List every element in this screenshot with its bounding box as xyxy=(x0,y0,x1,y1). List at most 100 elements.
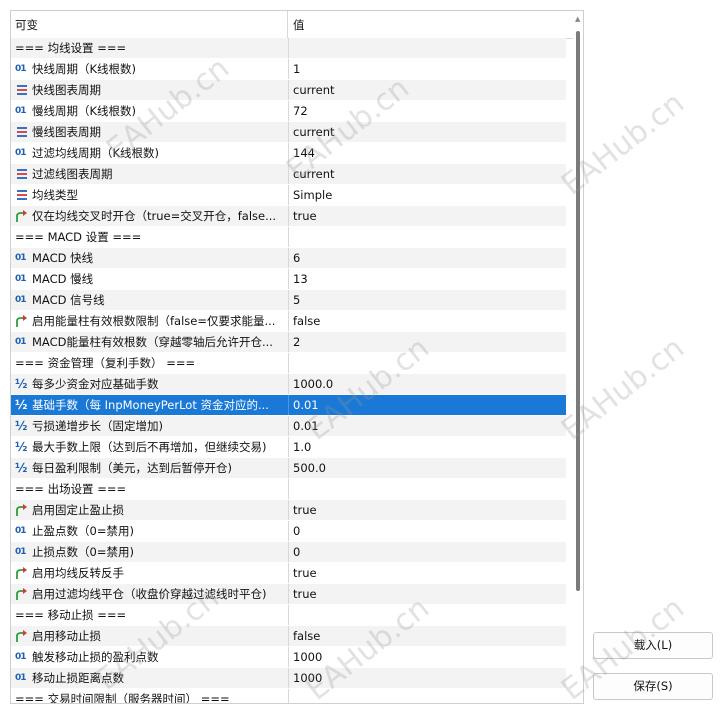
parameter-value-cell[interactable]: 2 xyxy=(288,332,571,352)
parameter-row[interactable]: 快线图表周期 current xyxy=(11,80,566,101)
parameter-value-cell[interactable]: 6 xyxy=(288,248,571,268)
parameter-value-cell[interactable]: 72 xyxy=(288,101,571,121)
section-header-row[interactable]: === MACD 设置 === xyxy=(11,227,566,248)
load-button[interactable]: 载入(L) xyxy=(593,632,713,659)
section-header-row[interactable]: === 移动止损 === xyxy=(11,605,566,626)
bool-type-icon xyxy=(15,503,29,517)
parameter-row[interactable]: 01 过滤均线周期（K线根数) 144 xyxy=(11,143,566,164)
parameter-row[interactable]: 01 MACD 慢线 13 xyxy=(11,269,566,290)
double-type-icon: ½ xyxy=(15,461,28,475)
parameter-value-cell[interactable]: 0.01 xyxy=(288,395,571,415)
scrollbar-thumb[interactable] xyxy=(576,31,580,591)
parameter-row[interactable]: 01 止损点数（0=禁用) 0 xyxy=(11,542,566,563)
parameter-value-cell xyxy=(288,605,571,625)
parameter-row[interactable]: 慢线图表周期 current xyxy=(11,122,566,143)
integer-type-icon: 01 xyxy=(15,64,27,74)
column-divider[interactable] xyxy=(287,11,288,38)
parameter-row[interactable]: 过滤线图表周期 current xyxy=(11,164,566,185)
parameter-value-cell[interactable]: 500.0 xyxy=(288,458,571,478)
parameter-label: === 资金管理（复利手数） === xyxy=(15,356,196,370)
parameter-value-cell[interactable]: 1000 xyxy=(288,668,571,688)
parameter-value-cell[interactable]: false xyxy=(288,311,571,331)
integer-type-icon: 01 xyxy=(15,673,27,683)
parameter-value-cell[interactable]: 1.0 xyxy=(288,437,571,457)
parameter-value-cell[interactable]: 13 xyxy=(288,269,571,289)
parameter-name-cell: 01 快线周期（K线根数) xyxy=(11,59,287,79)
parameter-value-cell[interactable]: 0.01 xyxy=(288,416,571,436)
parameter-value-cell[interactable]: true xyxy=(288,584,571,604)
parameter-label: 快线图表周期 xyxy=(32,83,101,97)
double-type-icon: ½ xyxy=(15,440,28,454)
parameter-name-cell: 01 MACD能量柱有效根数（穿越零轴后允许开仓... xyxy=(11,332,287,352)
parameter-value-cell[interactable]: 0 xyxy=(288,521,571,541)
parameter-row[interactable]: 01 止盈点数（0=禁用) 0 xyxy=(11,521,566,542)
parameter-row[interactable]: 均线类型 Simple xyxy=(11,185,566,206)
parameter-label: 慢线图表周期 xyxy=(32,125,101,139)
parameter-name-cell: 01 慢线周期（K线根数) xyxy=(11,101,287,121)
parameter-label: === 交易时间限制（服务器时间） === xyxy=(15,692,230,704)
parameter-value-cell[interactable]: Simple xyxy=(288,185,571,205)
parameter-label: 过滤均线周期（K线根数) xyxy=(32,146,160,160)
parameter-label: 均线类型 xyxy=(32,188,78,202)
parameter-row[interactable]: 启用均线反转反手 true xyxy=(11,563,566,584)
parameter-row[interactable]: 01 触发移动止损的盈利点数 1000 xyxy=(11,647,566,668)
parameter-row[interactable]: 01 快线周期（K线根数) 1 xyxy=(11,59,566,80)
parameter-row[interactable]: 启用能量柱有效根数限制（false=仅要求能量... false xyxy=(11,311,566,332)
parameter-value-cell[interactable]: false xyxy=(288,626,571,646)
parameter-name-cell: 过滤线图表周期 xyxy=(11,164,287,184)
parameter-row[interactable]: 01 MACD 快线 6 xyxy=(11,248,566,269)
parameter-row[interactable]: ½ 最大手数上限（达到后不再增加，但继续交易) 1.0 xyxy=(11,437,566,458)
parameter-row[interactable]: ½ 基础手数（每 InpMoneyPerLot 资金对应的... 0.01 xyxy=(11,395,566,416)
bool-type-icon xyxy=(15,566,29,580)
section-header-row[interactable]: === 资金管理（复利手数） === xyxy=(11,353,566,374)
parameter-row[interactable]: 01 MACD 信号线 5 xyxy=(11,290,566,311)
parameter-value-cell[interactable]: 1000.0 xyxy=(288,374,571,394)
parameter-label: === 均线设置 === xyxy=(15,41,127,55)
column-header-value[interactable]: 值 xyxy=(293,17,305,33)
parameter-row[interactable]: ½ 每多少资金对应基础手数 1000.0 xyxy=(11,374,566,395)
parameter-row[interactable]: ½ 亏损递增步长（固定增加) 0.01 xyxy=(11,416,566,437)
parameter-value-cell[interactable]: true xyxy=(288,500,571,520)
parameter-value-cell[interactable]: current xyxy=(288,122,571,142)
parameter-label: MACD能量柱有效根数（穿越零轴后允许开仓... xyxy=(32,335,273,349)
parameter-row[interactable]: 启用过滤均线平仓（收盘价穿越过滤线时平仓) true xyxy=(11,584,566,605)
section-header-row[interactable]: === 均线设置 === xyxy=(11,38,566,59)
parameter-value-cell[interactable]: current xyxy=(288,80,571,100)
parameter-row[interactable]: 01 慢线周期（K线根数) 72 xyxy=(11,101,566,122)
parameter-label: 止盈点数（0=禁用) xyxy=(32,524,134,538)
parameter-row[interactable]: ½ 每日盈利限制（美元，达到后暂停开仓) 500.0 xyxy=(11,458,566,479)
parameter-value-cell[interactable]: 1 xyxy=(288,59,571,79)
integer-type-icon: 01 xyxy=(15,652,27,662)
double-type-icon: ½ xyxy=(15,377,28,391)
parameter-value-cell[interactable]: 144 xyxy=(288,143,571,163)
parameter-value-cell xyxy=(288,38,571,58)
parameter-label: 启用固定止盈止损 xyxy=(32,503,124,517)
parameter-name-cell: 01 移动止损距离点数 xyxy=(11,668,287,688)
parameter-row[interactable]: 仅在均线交叉时开仓（true=交叉开仓，false... true xyxy=(11,206,566,227)
parameter-value-cell[interactable]: 0 xyxy=(288,542,571,562)
parameter-label: === MACD 设置 === xyxy=(15,230,142,244)
save-button[interactable]: 保存(S) xyxy=(593,673,713,700)
parameter-row[interactable]: 启用固定止盈止损 true xyxy=(11,500,566,521)
parameter-row[interactable]: 启用移动止损 false xyxy=(11,626,566,647)
parameter-value-cell xyxy=(288,227,571,247)
column-header-name[interactable]: 可变 xyxy=(15,17,38,33)
scroll-up-arrow-icon[interactable]: ▲ xyxy=(575,15,580,23)
parameter-value-cell[interactable]: 5 xyxy=(288,290,571,310)
parameter-label: 每多少资金对应基础手数 xyxy=(32,377,159,391)
parameter-row[interactable]: 01 MACD能量柱有效根数（穿越零轴后允许开仓... 2 xyxy=(11,332,566,353)
parameter-value-cell[interactable]: true xyxy=(288,206,571,226)
integer-type-icon: 01 xyxy=(15,106,27,116)
vertical-scrollbar[interactable]: ▲ xyxy=(573,11,583,703)
parameter-name-cell: 慢线图表周期 xyxy=(11,122,287,142)
parameter-name-cell: ½ 最大手数上限（达到后不再增加，但继续交易) xyxy=(11,437,287,457)
bool-type-icon xyxy=(15,209,29,223)
parameter-value-cell[interactable]: 1000 xyxy=(288,647,571,667)
parameter-name-cell: 01 MACD 慢线 xyxy=(11,269,287,289)
parameter-label: === 出场设置 === xyxy=(15,482,127,496)
parameter-row[interactable]: 01 移动止损距离点数 1000 xyxy=(11,668,566,689)
section-header-row[interactable]: === 交易时间限制（服务器时间） === xyxy=(11,689,566,704)
parameter-value-cell[interactable]: current xyxy=(288,164,571,184)
parameter-value-cell[interactable]: true xyxy=(288,563,571,583)
section-header-row[interactable]: === 出场设置 === xyxy=(11,479,566,500)
